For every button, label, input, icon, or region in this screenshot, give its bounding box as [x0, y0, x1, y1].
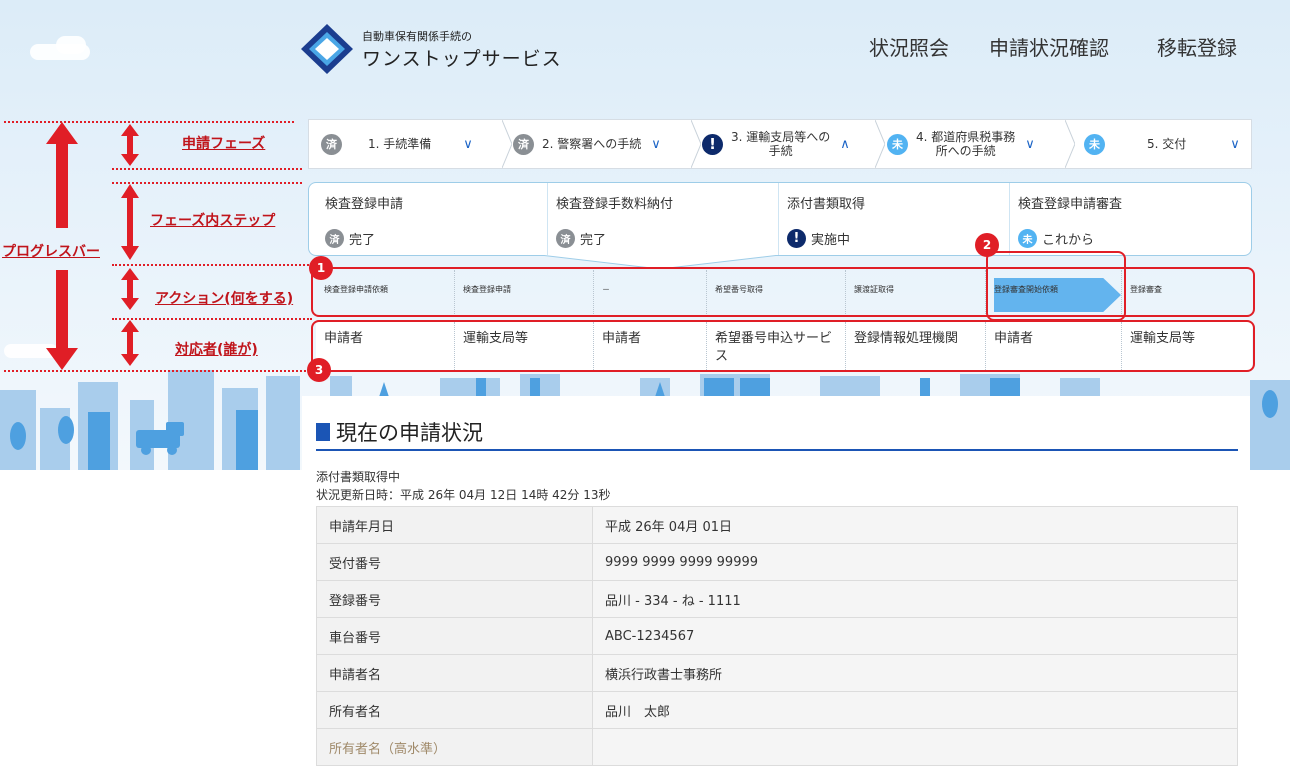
phase-2[interactable]: 済 2. 警察署への手続 ∨ — [513, 120, 683, 168]
guide-line — [112, 264, 312, 266]
annotation-who-label: 対応者(誰が) — [175, 342, 258, 358]
annotation-badge-2: 2 — [975, 233, 999, 257]
step-status: ! 実施中 — [787, 229, 850, 248]
status-text: 添付書類取得中 — [316, 470, 401, 484]
step-status-text: これから — [1042, 233, 1095, 248]
table-value: 9999 9999 9999 99999 — [592, 543, 1238, 581]
guide-line — [112, 182, 302, 184]
nav-status-inquiry[interactable]: 状況照会 — [869, 32, 949, 61]
logo-subtitle: 自動車保有関係手続の — [362, 30, 472, 43]
phase-separator — [1065, 120, 1075, 168]
annotation-progress-label: プログレスバー — [2, 244, 100, 260]
annotation-badge-1: 1 — [309, 256, 333, 280]
phase-3[interactable]: ! 3. 運輸支局等への 手続 ∧ — [702, 120, 872, 168]
phase-label: 1. 手続準備 — [368, 137, 432, 151]
phase-1[interactable]: 済 1. 手続準備 ∨ — [321, 120, 501, 168]
step-status: 済 完了 — [556, 229, 606, 248]
alert-status-icon: ! — [787, 229, 806, 248]
responsible-highlight-frame — [311, 320, 1255, 372]
phase-separator — [502, 120, 512, 168]
phase-label: 3. 運輸支局等への 手続 — [731, 130, 830, 158]
step-title: 検査登録申請審査 — [1018, 197, 1123, 212]
done-status-icon: 済 — [513, 133, 534, 155]
phase-label: 5. 交付 — [1147, 137, 1187, 151]
phase-label: 2. 警察署への手続 — [542, 137, 642, 151]
step-4[interactable]: 検査登録申請審査 未 これから — [1002, 183, 1250, 255]
table-row: 受付番号 9999 9999 9999 99999 — [316, 543, 1238, 581]
pending-status-icon: 未 — [1084, 133, 1105, 155]
section-divider — [316, 449, 1238, 451]
pending-status-icon: 未 — [1018, 229, 1037, 248]
done-status-icon: 済 — [325, 229, 344, 248]
phase-4[interactable]: 未 4. 都道府県税事務 所への手続 ∨ — [887, 120, 1067, 168]
step-2[interactable]: 検査登録手数料納付 済 完了 — [540, 183, 770, 255]
table-key: 車台番号 — [316, 617, 593, 655]
chevron-down-icon[interactable]: ∨ — [651, 137, 661, 152]
phase-label-line2: 手続 — [768, 144, 793, 158]
annotation-badge-3: 3 — [307, 358, 331, 382]
table-key: 申請者名 — [316, 654, 593, 692]
phase-label-line2: 所への手続 — [935, 144, 996, 158]
step-title: 検査登録手数料納付 — [556, 197, 674, 212]
section-title-text: 現在の申請状況 — [336, 421, 483, 445]
phase-5[interactable]: 未 5. 交付 ∨ — [1084, 120, 1244, 168]
table-key: 所有者名 — [316, 691, 593, 729]
annotation-action-label: アクション(何をする) — [155, 291, 294, 307]
service-logo-icon — [301, 24, 353, 74]
table-value: 横浜行政書士事務所 — [592, 654, 1238, 692]
table-row: 登録番号 品川 - 334 - ね - 1111 — [316, 580, 1238, 618]
table-key: 所有者名（高水準） — [316, 728, 593, 766]
document-icon — [316, 423, 330, 441]
table-row: 申請年月日 平成 26年 04月 01日 — [316, 506, 1238, 544]
step-status: 未 これから — [1018, 229, 1094, 248]
guide-line — [112, 168, 302, 170]
nav-transfer-registration[interactable]: 移転登録 — [1157, 32, 1237, 61]
table-value: 品川 太郎 — [592, 691, 1238, 729]
table-key: 申請年月日 — [316, 506, 593, 544]
section-title: 現在の申請状況 — [316, 417, 483, 447]
step-1[interactable]: 検査登録申請 済 完了 — [309, 183, 539, 255]
phase-label-line1: 4. 都道府県税事務 — [916, 130, 1016, 144]
phase-label: 4. 都道府県税事務 所への手続 — [916, 130, 1015, 158]
table-value — [592, 728, 1238, 766]
status-updated: 状況更新日時：平成 26年 04月 12日 14時 42分 13秒 — [316, 488, 611, 502]
table-row: 車台番号 ABC-1234567 — [316, 617, 1238, 655]
phase-label-line1: 3. 運輸支局等への — [731, 130, 831, 144]
phase-separator — [691, 120, 701, 168]
step-status-text: 完了 — [349, 233, 376, 248]
step-status-text: 完了 — [580, 233, 607, 248]
phase-bar: 済 1. 手続準備 ∨ 済 2. 警察署への手続 ∨ ! 3. 運輸支局等への … — [308, 119, 1252, 169]
guide-line — [112, 318, 312, 320]
application-info-table: 申請年月日 平成 26年 04月 01日 受付番号 9999 9999 9999… — [316, 506, 1238, 766]
chevron-down-icon[interactable]: ∨ — [1025, 137, 1035, 152]
step-3[interactable]: 添付書類取得 ! 実施中 — [771, 183, 1001, 255]
chevron-up-icon[interactable]: ∧ — [840, 137, 850, 152]
chevron-down-icon[interactable]: ∨ — [463, 137, 473, 152]
table-key: 登録番号 — [316, 580, 593, 618]
alert-status-icon: ! — [702, 133, 723, 155]
table-value: 平成 26年 04月 01日 — [592, 506, 1238, 544]
step-status-text: 実施中 — [811, 233, 851, 248]
pending-status-icon: 未 — [887, 133, 908, 155]
chevron-down-icon[interactable]: ∨ — [1230, 137, 1240, 152]
table-value: 品川 - 334 - ね - 1111 — [592, 580, 1238, 618]
table-key: 受付番号 — [316, 543, 593, 581]
step-status: 済 完了 — [325, 229, 375, 248]
table-value: ABC-1234567 — [592, 617, 1238, 655]
done-status-icon: 済 — [321, 133, 342, 155]
current-action-frame — [986, 251, 1126, 321]
table-row: 所有者名（高水準） — [316, 728, 1238, 766]
done-status-icon: 済 — [556, 229, 575, 248]
annotation-phase-label: 申請フェーズ — [182, 136, 266, 152]
phase-separator — [875, 120, 885, 168]
logo-title: ワンストップサービス — [362, 48, 562, 70]
step-panel: 検査登録申請 済 完了 検査登録手数料納付 済 完了 添付書類取得 ! 実施中 … — [308, 182, 1252, 256]
cloud-decoration — [56, 36, 86, 54]
step-title: 検査登録申請 — [325, 197, 404, 212]
nav-application-status[interactable]: 申請状況確認 — [989, 32, 1109, 61]
table-row: 所有者名 品川 太郎 — [316, 691, 1238, 729]
table-row: 申請者名 横浜行政書士事務所 — [316, 654, 1238, 692]
step-title: 添付書類取得 — [787, 197, 866, 212]
annotation-step-label: フェーズ内ステップ — [150, 213, 276, 229]
